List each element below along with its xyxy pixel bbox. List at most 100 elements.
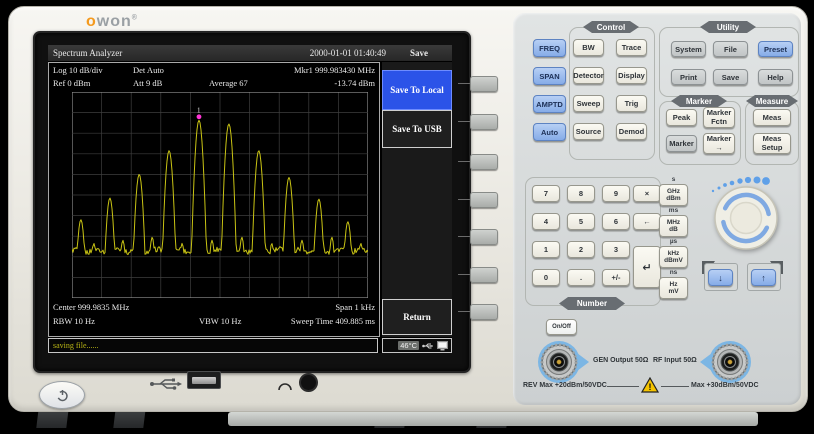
gen-output-label: GEN Output 50Ω: [593, 357, 648, 364]
readout-marker-freq: Mkr1 999.983430 MHz: [294, 65, 375, 75]
meas-setup-button[interactable]: Meas Setup: [753, 133, 791, 154]
trig-button[interactable]: Trig: [616, 95, 647, 112]
softkey-2[interactable]: [470, 114, 498, 130]
brand-logo-o: o: [86, 13, 97, 30]
utility-group-title: Utility: [700, 21, 756, 33]
bw-button[interactable]: BW: [573, 39, 604, 56]
readout-attenuation: Att 9 dB: [133, 78, 162, 88]
softkey-1[interactable]: [470, 76, 498, 92]
key-4[interactable]: 4: [532, 213, 560, 230]
screen-title: Spectrum Analyzer: [53, 48, 122, 58]
file-button[interactable]: File: [713, 41, 748, 57]
gen-max-label: REV Max +20dBm/50VDC: [523, 382, 607, 389]
readout-detector: Det Auto: [133, 65, 164, 75]
status-indicators: 46°C: [382, 338, 452, 353]
key-enter[interactable]: ↵: [633, 246, 661, 288]
key-7[interactable]: 7: [532, 185, 560, 202]
down-arrow-button[interactable]: ↓: [708, 269, 733, 286]
readout-center-freq: Center 999.9835 MHz: [53, 302, 129, 312]
marker-to-button[interactable]: Marker →: [703, 133, 735, 154]
help-button[interactable]: Help: [758, 69, 793, 85]
headphone-jack: [299, 373, 318, 392]
readout-vbw: VBW 10 Hz: [199, 316, 241, 326]
rotary-knob[interactable]: [713, 185, 779, 251]
marker-button[interactable]: Marker: [666, 135, 697, 152]
readout-rbw: RBW 10 Hz: [53, 316, 95, 326]
save-button[interactable]: Save: [713, 69, 748, 85]
source-button[interactable]: Source: [573, 123, 604, 140]
svg-text:1: 1: [197, 106, 201, 114]
rf-max-label: Max +30dBm/50VDC: [691, 382, 759, 389]
status-bar: saving file...... 46°C: [48, 338, 452, 353]
unit-khz-dbmv-key[interactable]: kHz dBmV: [659, 246, 688, 268]
softkey-6[interactable]: [470, 267, 498, 283]
softkey-5[interactable]: [470, 229, 498, 245]
temperature-badge: 46°C: [398, 341, 419, 350]
key-backspace[interactable]: ←: [633, 213, 661, 230]
photo-background: owon® Spectrum Analyzer 2000-01-01 01:40…: [0, 0, 814, 434]
key-decimal[interactable]: .: [567, 269, 595, 286]
menu-item-save-to-local[interactable]: Save To Local: [382, 70, 452, 110]
demod-button[interactable]: Demod: [616, 123, 647, 140]
unit-hz-mv-key[interactable]: Hz mV: [659, 277, 688, 299]
rf-input-label: RF Input 50Ω: [653, 357, 697, 364]
divider-line: [607, 386, 639, 387]
softkey-3[interactable]: [470, 154, 498, 170]
marker-fctn-button[interactable]: Marker Fctn: [703, 107, 735, 128]
menu-item-return[interactable]: Return: [382, 299, 452, 335]
usb-port: [187, 371, 221, 389]
system-button[interactable]: System: [671, 41, 706, 57]
headphone-icon: [277, 378, 293, 391]
control-panel: FREQ SPAN AMPTD Auto Control BW Trace De…: [513, 13, 801, 405]
span-button[interactable]: SPAN: [533, 67, 566, 85]
screen: Spectrum Analyzer 2000-01-01 01:40:49 Sa…: [48, 45, 452, 353]
device-stand: [228, 412, 758, 426]
status-message: saving file......: [48, 338, 378, 353]
utility-group: [659, 27, 799, 97]
unit-ghz-dbm-key[interactable]: GHz dBm: [659, 184, 688, 206]
softkey-4[interactable]: [470, 192, 498, 208]
key-multiply[interactable]: ×: [633, 185, 661, 202]
key-9[interactable]: 9: [602, 185, 630, 202]
softkey-7[interactable]: [470, 304, 498, 320]
trace-button[interactable]: Trace: [616, 39, 647, 56]
key-8[interactable]: 8: [567, 185, 595, 202]
detector-button[interactable]: Detector: [573, 67, 604, 84]
preset-button[interactable]: Preset: [758, 41, 793, 57]
meas-button[interactable]: Meas: [753, 109, 791, 126]
sweep-button[interactable]: Sweep: [573, 95, 604, 112]
readout-average: Average 67: [209, 78, 248, 88]
down-arrow-key-area: ↓: [704, 263, 738, 291]
key-1[interactable]: 1: [532, 241, 560, 258]
usb-port-contact: [192, 377, 216, 384]
unit-mhz-db-key[interactable]: MHz dB: [659, 215, 688, 237]
usb-icon: [149, 377, 183, 391]
control-group-title: Control: [583, 21, 639, 33]
usb-status-icon: [422, 342, 434, 350]
registered-mark: ®: [132, 15, 138, 22]
up-arrow-button[interactable]: ↑: [751, 269, 776, 286]
monitor-status-icon: [437, 341, 448, 351]
auto-button[interactable]: Auto: [533, 123, 566, 141]
menu-item-save-to-usb[interactable]: Save To USB: [382, 110, 452, 148]
print-button[interactable]: Print: [671, 69, 706, 85]
power-button[interactable]: [39, 381, 85, 409]
key-5[interactable]: 5: [567, 213, 595, 230]
display-button[interactable]: Display: [616, 67, 647, 84]
key-3[interactable]: 3: [602, 241, 630, 258]
up-arrow-key-area: ↑: [747, 263, 781, 291]
screen-titlebar: Spectrum Analyzer 2000-01-01 01:40:49 Sa…: [48, 45, 452, 61]
key-0[interactable]: 0: [532, 269, 560, 286]
readout-scale: Log 10 dB/div: [53, 65, 103, 75]
svg-text:!: !: [649, 382, 652, 392]
key-plus-minus[interactable]: +/-: [602, 269, 630, 286]
key-2[interactable]: 2: [567, 241, 595, 258]
divider-line: [661, 386, 689, 387]
softmenu-title: Save: [386, 48, 452, 58]
freq-button[interactable]: FREQ: [533, 39, 566, 57]
key-6[interactable]: 6: [602, 213, 630, 230]
marker-group-title: Marker: [671, 95, 727, 107]
amptd-button[interactable]: AMPTD: [533, 95, 566, 113]
readout-sweep-time: Sweep Time 409.885 ms: [291, 316, 375, 326]
peak-button[interactable]: Peak: [666, 109, 697, 126]
